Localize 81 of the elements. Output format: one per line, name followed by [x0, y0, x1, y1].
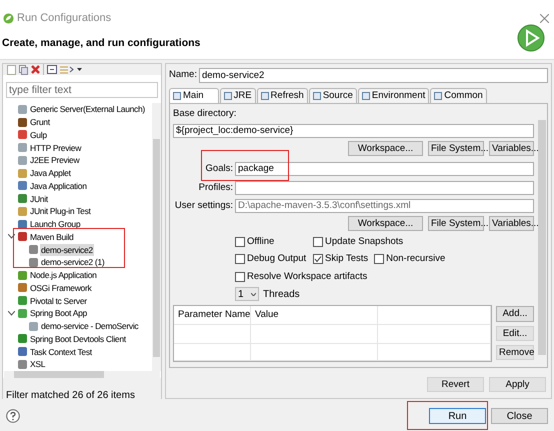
- field-label: Goals:: [204, 162, 234, 176]
- checkbox[interactable]: [235, 254, 245, 264]
- tree-item[interactable]: HTTP Preview: [29, 142, 82, 154]
- chevron-down-icon: [251, 292, 256, 296]
- tree-item[interactable]: Spring Boot App: [29, 307, 88, 320]
- scrollbar[interactable]: [152, 103, 161, 371]
- collapse-icon[interactable]: [47, 65, 57, 74]
- checkbox-label: Skip Tests: [325, 252, 368, 266]
- checkbox-label: Debug Output: [247, 252, 306, 266]
- checkbox[interactable]: [313, 254, 323, 264]
- header-title: Create, manage, and run configurations: [2, 36, 200, 51]
- checkbox-label: Resolve Workspace artifacts: [247, 270, 368, 284]
- filter-icon[interactable]: [60, 65, 74, 74]
- tab[interactable]: Common: [430, 88, 487, 103]
- tree-item[interactable]: J2EE Preview: [29, 154, 80, 166]
- button[interactable]: Workspace...: [348, 216, 423, 231]
- name-field[interactable]: demo-service2: [198, 68, 548, 82]
- tab-icon: [224, 92, 232, 100]
- help-icon[interactable]: [6, 409, 20, 423]
- checkbox-label: Update Snapshots: [325, 235, 404, 249]
- tree-item[interactable]: OSGi Framework: [29, 282, 92, 294]
- field-label: User settings:: [174, 198, 234, 213]
- tab-icon: [362, 92, 370, 100]
- tree-item[interactable]: demo-service2: [40, 244, 94, 256]
- tab[interactable]: Source: [308, 88, 357, 103]
- button[interactable]: Run: [429, 408, 486, 424]
- tree-item[interactable]: XSL: [29, 358, 46, 370]
- tab-icon: [312, 92, 321, 100]
- threads-label: Threads: [263, 288, 300, 302]
- chevron-down-icon[interactable]: [8, 310, 14, 316]
- tree-item[interactable]: demo-service - DemoServic: [40, 320, 140, 332]
- tab[interactable]: Refresh: [256, 88, 308, 103]
- checkbox[interactable]: [235, 237, 245, 248]
- tree-item[interactable]: Spring Boot Devtools Client: [29, 332, 127, 345]
- tab[interactable]: Environment: [358, 88, 430, 103]
- tree-item[interactable]: Gulp: [29, 128, 48, 141]
- delete-icon[interactable]: [31, 65, 40, 74]
- checkbox[interactable]: [235, 272, 245, 282]
- threads-dropdown[interactable]: 1: [235, 287, 259, 302]
- button[interactable]: Workspace...: [348, 141, 423, 156]
- status-text: Filter matched 26 of 26 items: [6, 390, 135, 401]
- field-label: Name:: [169, 68, 197, 82]
- column-header[interactable]: Parameter Name: [174, 306, 251, 325]
- text-field[interactable]: package: [235, 162, 534, 176]
- tab[interactable]: Main: [169, 88, 219, 103]
- tree-item[interactable]: Grunt: [29, 116, 51, 128]
- tree-item[interactable]: demo-service2 (1): [40, 256, 106, 268]
- tab[interactable]: JRE: [220, 88, 256, 103]
- base-directory-field[interactable]: ${project_loc:demo-service}: [173, 124, 534, 138]
- leaf-icon: [3, 12, 14, 24]
- field-label: Base directory:: [173, 107, 238, 121]
- duplicate-icon[interactable]: [19, 64, 28, 74]
- tree-item[interactable]: Task Context Test: [29, 346, 93, 358]
- tab-icon: [260, 92, 269, 100]
- checkbox-label: Offline: [247, 235, 274, 249]
- tree-item[interactable]: Pivotal tc Server: [29, 294, 88, 307]
- tree-item[interactable]: Launch Group: [29, 218, 82, 230]
- tree-item[interactable]: JUnit: [29, 192, 49, 205]
- dropdown-icon[interactable]: [77, 68, 82, 71]
- window-title: Run Configurations: [17, 10, 112, 26]
- tab-icon: [434, 92, 442, 100]
- tree-item[interactable]: Java Application: [29, 180, 88, 192]
- tab-icon: [173, 92, 181, 100]
- column-header[interactable]: Value: [251, 306, 378, 325]
- checkbox-label: Non-recursive: [386, 252, 446, 266]
- close-icon[interactable]: [540, 14, 549, 22]
- text-field[interactable]: D:\apache-maven-3.5.3\conf\settings.xml: [235, 198, 534, 213]
- tree-item[interactable]: Maven Build: [29, 230, 74, 243]
- checkbox[interactable]: [313, 237, 323, 248]
- field-label: Profiles:: [198, 180, 234, 194]
- checkbox[interactable]: [374, 254, 384, 264]
- button[interactable]: Close: [491, 408, 548, 424]
- tree-item[interactable]: Node.js Application: [29, 269, 98, 282]
- tree-item[interactable]: Java Applet: [29, 167, 72, 180]
- button[interactable]: Add...: [496, 306, 534, 322]
- filter-field[interactable]: type filter text: [6, 82, 158, 98]
- chevron-down-icon[interactable]: [8, 234, 14, 240]
- horizontal-scrollbar[interactable]: [4, 370, 160, 378]
- tree-item[interactable]: JUnit Plug-in Test: [29, 205, 92, 218]
- text-field[interactable]: [235, 180, 534, 195]
- tree-item[interactable]: Generic Server(External Launch): [29, 103, 146, 116]
